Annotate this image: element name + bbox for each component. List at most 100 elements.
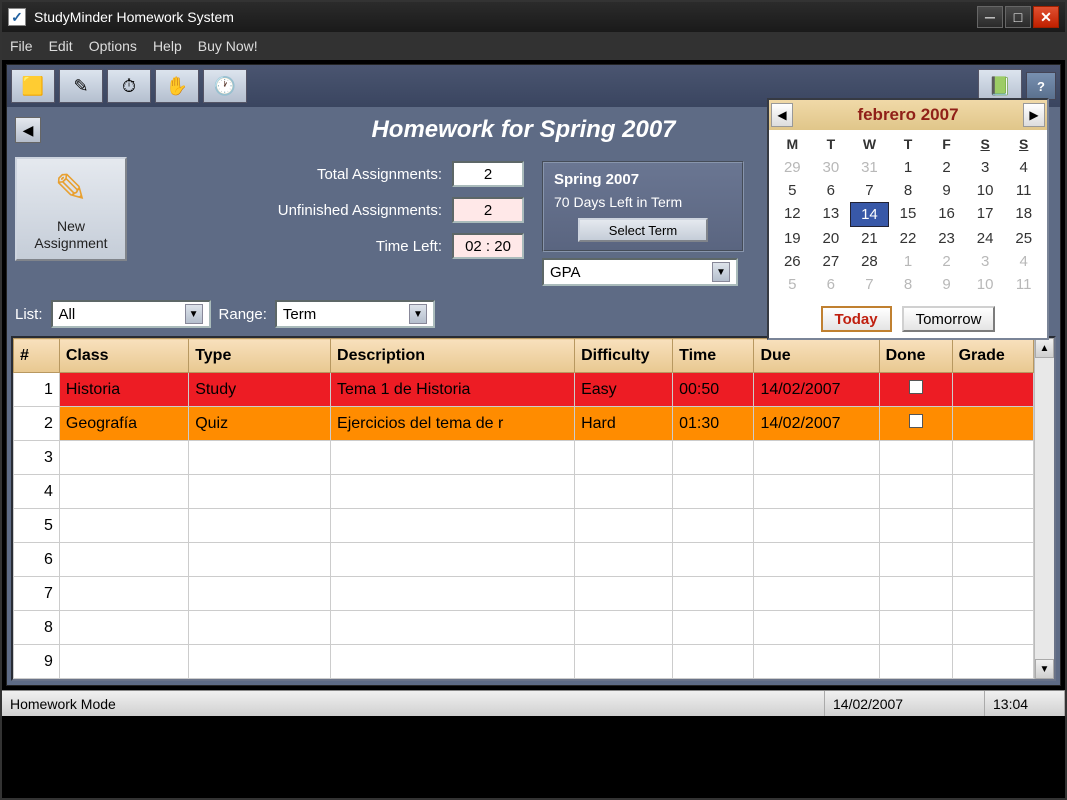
calendar-day[interactable]: 4 bbox=[1004, 250, 1043, 273]
note-icon[interactable]: 🟨 bbox=[11, 69, 55, 103]
table-row[interactable]: 1HistoriaStudyTema 1 de HistoriaEasy00:5… bbox=[14, 373, 1034, 407]
calendar-day[interactable]: 9 bbox=[927, 179, 966, 202]
calendar-day[interactable]: 14 bbox=[850, 202, 889, 227]
calendar-day[interactable]: 30 bbox=[812, 156, 851, 179]
calendar-day[interactable]: 16 bbox=[927, 202, 966, 227]
titlebar[interactable]: ✓ StudyMinder Homework System ─ □ ✕ bbox=[2, 2, 1065, 32]
stopwatch-icon[interactable]: ⏱ bbox=[107, 69, 151, 103]
calendar-day[interactable]: 22 bbox=[889, 227, 928, 250]
vertical-scrollbar[interactable]: ▲ ▼ bbox=[1034, 338, 1054, 679]
table-row[interactable]: 4 bbox=[14, 475, 1034, 509]
table-row[interactable]: 3 bbox=[14, 441, 1034, 475]
calendar-day[interactable]: 10 bbox=[966, 273, 1005, 296]
calendar-day[interactable]: 7 bbox=[850, 179, 889, 202]
calendar-day[interactable]: 23 bbox=[927, 227, 966, 250]
new-assignment-button[interactable]: ✎ NewAssignment bbox=[15, 157, 127, 261]
calendar-day[interactable]: 21 bbox=[850, 227, 889, 250]
range-filter-select[interactable]: Term ▼ bbox=[275, 300, 435, 328]
calendar-day[interactable]: 12 bbox=[773, 202, 812, 227]
menu-help[interactable]: Help bbox=[153, 38, 182, 54]
table-cell: 4 bbox=[14, 475, 60, 509]
calendar-day[interactable]: 10 bbox=[966, 179, 1005, 202]
calendar-day[interactable]: 8 bbox=[889, 273, 928, 296]
calendar-day[interactable]: 24 bbox=[966, 227, 1005, 250]
menu-file[interactable]: File bbox=[10, 38, 33, 54]
calendar-day[interactable]: 20 bbox=[812, 227, 851, 250]
calendar-day[interactable]: 8 bbox=[889, 179, 928, 202]
calendar-day[interactable]: 2 bbox=[927, 250, 966, 273]
table-row[interactable]: 6 bbox=[14, 543, 1034, 577]
calendar-day[interactable]: 1 bbox=[889, 250, 928, 273]
calendar-day[interactable]: 9 bbox=[927, 273, 966, 296]
minimize-button[interactable]: ─ bbox=[977, 6, 1003, 28]
calendar-dow: S bbox=[1004, 132, 1043, 156]
gpa-select[interactable]: GPA ▼ bbox=[542, 258, 738, 286]
table-cell bbox=[575, 441, 673, 475]
done-checkbox[interactable] bbox=[909, 380, 923, 394]
clock-icon[interactable]: 🕐 bbox=[203, 69, 247, 103]
calendar-day[interactable]: 27 bbox=[812, 250, 851, 273]
table-cell: 7 bbox=[14, 577, 60, 611]
calendar-today-button[interactable]: Today bbox=[821, 306, 892, 332]
table-row[interactable]: 2GeografíaQuizEjercicios del tema de rHa… bbox=[14, 407, 1034, 441]
column-header[interactable]: # bbox=[14, 339, 60, 373]
calendar-day[interactable]: 1 bbox=[889, 156, 928, 179]
calendar-day[interactable]: 25 bbox=[1004, 227, 1043, 250]
calendar-day[interactable]: 19 bbox=[773, 227, 812, 250]
menu-options[interactable]: Options bbox=[89, 38, 137, 54]
calendar-day[interactable]: 5 bbox=[773, 179, 812, 202]
calendar-day[interactable]: 18 bbox=[1004, 202, 1043, 227]
list-filter-select[interactable]: All ▼ bbox=[51, 300, 211, 328]
calendar-day[interactable]: 11 bbox=[1004, 273, 1043, 296]
menu-edit[interactable]: Edit bbox=[49, 38, 73, 54]
column-header[interactable]: Time bbox=[673, 339, 754, 373]
table-cell bbox=[575, 611, 673, 645]
column-header[interactable]: Difficulty bbox=[575, 339, 673, 373]
term-name: Spring 2007 bbox=[554, 171, 732, 188]
table-row[interactable]: 7 bbox=[14, 577, 1034, 611]
hand-icon[interactable]: ✋ bbox=[155, 69, 199, 103]
calendar-day[interactable]: 17 bbox=[966, 202, 1005, 227]
table-cell: 5 bbox=[14, 509, 60, 543]
close-button[interactable]: ✕ bbox=[1033, 6, 1059, 28]
calendar-tomorrow-button[interactable]: Tomorrow bbox=[902, 306, 996, 332]
table-cell[interactable] bbox=[879, 407, 952, 441]
calendar-day[interactable]: 4 bbox=[1004, 156, 1043, 179]
calendar-day[interactable]: 11 bbox=[1004, 179, 1043, 202]
cal-next-button[interactable]: ▶ bbox=[1023, 103, 1045, 127]
table-cell bbox=[673, 577, 754, 611]
calendar-day[interactable]: 6 bbox=[812, 179, 851, 202]
table-row[interactable]: 8 bbox=[14, 611, 1034, 645]
column-header[interactable]: Description bbox=[331, 339, 575, 373]
term-box: Spring 2007 70 Days Left in Term Select … bbox=[542, 161, 744, 252]
menu-buynow[interactable]: Buy Now! bbox=[198, 38, 258, 54]
column-header[interactable]: Type bbox=[189, 339, 331, 373]
select-term-button[interactable]: Select Term bbox=[578, 218, 708, 242]
scroll-down-button[interactable]: ▼ bbox=[1035, 659, 1054, 679]
total-assignments-value: 2 bbox=[452, 161, 524, 187]
calendar-day[interactable]: 31 bbox=[850, 156, 889, 179]
calendar-day[interactable]: 29 bbox=[773, 156, 812, 179]
pencil-tool-icon[interactable]: ✎ bbox=[59, 69, 103, 103]
maximize-button[interactable]: □ bbox=[1005, 6, 1031, 28]
table-cell bbox=[331, 441, 575, 475]
done-checkbox[interactable] bbox=[909, 414, 923, 428]
table-row[interactable]: 5 bbox=[14, 509, 1034, 543]
calendar-day[interactable]: 28 bbox=[850, 250, 889, 273]
calendar-day[interactable]: 3 bbox=[966, 156, 1005, 179]
calendar-day[interactable]: 13 bbox=[812, 202, 851, 227]
calendar-day[interactable]: 2 bbox=[927, 156, 966, 179]
cal-prev-button[interactable]: ◀ bbox=[771, 103, 793, 127]
calendar-day[interactable]: 15 bbox=[889, 202, 928, 227]
calendar-day[interactable]: 5 bbox=[773, 273, 812, 296]
chevron-down-icon: ▼ bbox=[409, 304, 427, 324]
calendar-day[interactable]: 7 bbox=[850, 273, 889, 296]
calendar-day[interactable]: 3 bbox=[966, 250, 1005, 273]
table-cell: 00:50 bbox=[673, 373, 754, 407]
table-row[interactable]: 9 bbox=[14, 645, 1034, 679]
calendar-day[interactable]: 6 bbox=[812, 273, 851, 296]
column-header[interactable]: Class bbox=[59, 339, 188, 373]
prev-term-button[interactable]: ◀ bbox=[15, 117, 41, 143]
table-cell[interactable] bbox=[879, 373, 952, 407]
calendar-day[interactable]: 26 bbox=[773, 250, 812, 273]
